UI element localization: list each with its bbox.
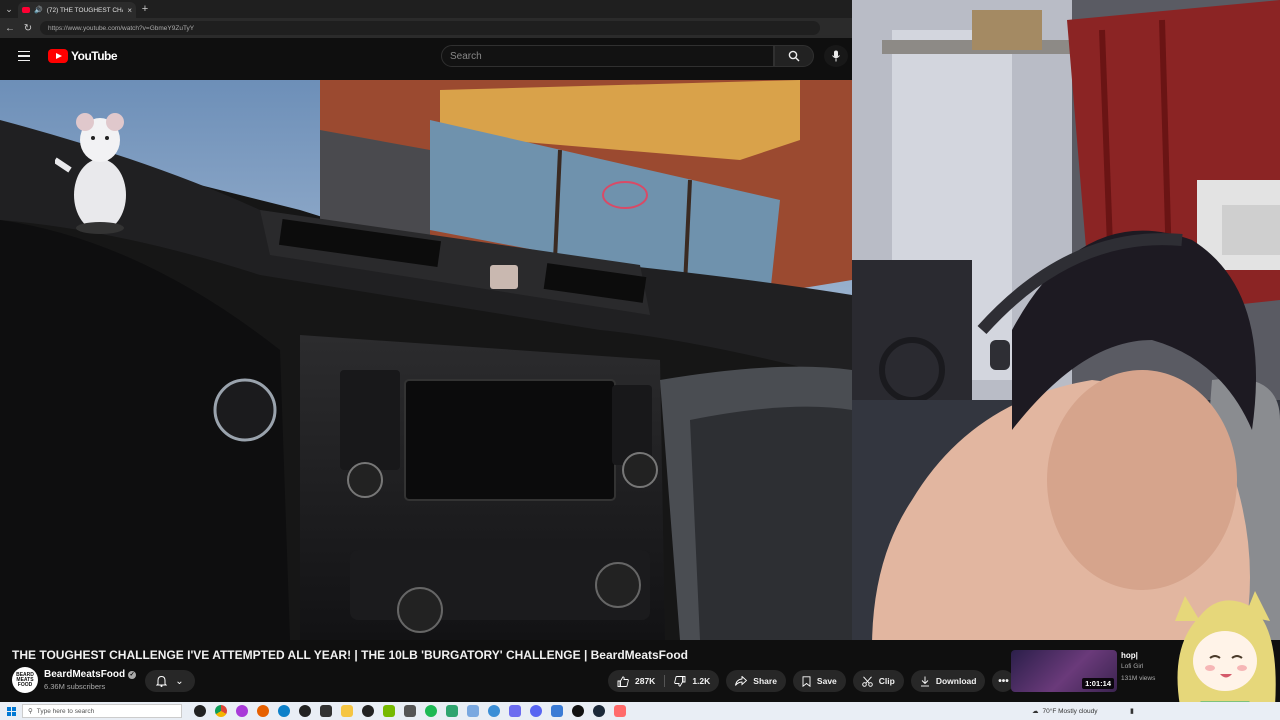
search-icon: ⚲: [28, 708, 33, 715]
search-icon: [788, 50, 800, 62]
share-icon: [735, 676, 748, 686]
nvidia-icon[interactable]: [383, 705, 395, 717]
channel-name[interactable]: BeardMeatsFood: [44, 669, 125, 680]
menu-icon[interactable]: [0, 50, 48, 62]
active-app-icon[interactable]: [614, 705, 626, 717]
reload-icon[interactable]: ↻: [22, 23, 34, 34]
globe-icon[interactable]: [488, 705, 500, 717]
action-bar: 287K 1.2K Share Save Clip Download •••: [608, 670, 1015, 692]
like-dislike-group: 287K 1.2K: [608, 670, 720, 692]
messenger-icon[interactable]: [509, 705, 521, 717]
voice-search-button[interactable]: [824, 45, 848, 67]
green-app-icon[interactable]: [446, 705, 458, 717]
youtube-play-icon: [48, 49, 68, 63]
notification-bell-button[interactable]: ⌄: [145, 670, 195, 692]
dislike-button[interactable]: 1.2K: [665, 670, 719, 692]
tray-chevron-icon: ▮: [1130, 708, 1134, 715]
verified-check-icon: ✓: [128, 670, 137, 679]
search-button[interactable]: [774, 45, 814, 67]
clip-label: Clip: [878, 676, 895, 686]
webcam-overlay: [852, 0, 1280, 648]
opera-icon[interactable]: [236, 705, 248, 717]
steam-icon[interactable]: [593, 705, 605, 717]
address-bar-row: ← ↻ https://www.youtube.com/watch?v=Gbme…: [0, 18, 852, 38]
url-field[interactable]: https://www.youtube.com/watch?v=GbmeY9Zu…: [40, 21, 820, 35]
recommended-video-views: 131M views: [1121, 675, 1156, 682]
taskbar-search-placeholder: Type here to search: [36, 707, 95, 715]
thumbs-up-icon: [617, 675, 629, 687]
share-button[interactable]: Share: [726, 670, 786, 692]
save-label: Save: [816, 676, 837, 686]
browser-tab-bar: ⌄ 🔊 (72) THE TOUGHEST CHALLENGE I'V... ×…: [0, 0, 852, 18]
like-button[interactable]: 287K: [608, 670, 664, 692]
spotify-icon[interactable]: [425, 705, 437, 717]
cloud-icon: ☁: [1032, 708, 1039, 715]
youtube-favicon-icon: [22, 7, 30, 13]
recommended-video-channel[interactable]: Lofi Girl: [1121, 663, 1143, 670]
obs-icon[interactable]: [299, 705, 311, 717]
youtube-logo[interactable]: YouTube: [48, 49, 158, 63]
download-label: Download: [935, 676, 977, 686]
weather-text: 70°F Mostly cloudy: [1042, 707, 1098, 715]
alien-app-icon[interactable]: [194, 705, 206, 717]
weather-widget[interactable]: ☁ 70°F Mostly cloudy: [1032, 702, 1097, 720]
discord-icon[interactable]: [530, 705, 542, 717]
taskbar-search-box[interactable]: ⚲ Type here to search: [22, 704, 182, 718]
download-button[interactable]: Download: [910, 670, 986, 692]
back-arrow-icon[interactable]: ←: [4, 23, 16, 34]
speaker-icon[interactable]: 🔊: [34, 6, 43, 14]
save-button[interactable]: Save: [792, 670, 846, 692]
bell-icon: [156, 675, 168, 687]
channel-avatar[interactable]: BEARD MEATS FOOD: [12, 667, 38, 693]
new-tab-button[interactable]: +: [136, 3, 154, 15]
microphone-icon: [832, 50, 840, 62]
start-button[interactable]: [0, 706, 22, 716]
video-title: THE TOUGHEST CHALLENGE I'VE ATTEMPTED AL…: [12, 648, 688, 662]
scissors-icon: [862, 676, 873, 687]
tab-title: (72) THE TOUGHEST CHALLENGE I'V...: [46, 6, 124, 14]
like-count: 287K: [635, 676, 656, 686]
folder-icon[interactable]: [320, 705, 332, 717]
share-label: Share: [753, 676, 777, 686]
anime-character-overlay: [1175, 591, 1276, 706]
alien-app-2-icon[interactable]: [362, 705, 374, 717]
browser-tab-youtube[interactable]: 🔊 (72) THE TOUGHEST CHALLENGE I'V... ×: [18, 2, 136, 18]
channel-info[interactable]: BEARD MEATS FOOD BeardMeatsFood ✓ 6.36M …: [12, 667, 137, 693]
chrome-icon[interactable]: [215, 705, 227, 717]
tab-search-icon[interactable]: ⌄: [0, 0, 18, 18]
recommended-video-thumbnail[interactable]: 1:01:14: [1011, 650, 1117, 692]
system-tray[interactable]: ▮: [1130, 702, 1134, 720]
recommended-video-title[interactable]: hop|: [1121, 651, 1138, 660]
video-player[interactable]: [0, 80, 852, 640]
thumbs-down-icon: [674, 675, 686, 687]
webcam-frame: [852, 0, 1280, 648]
edge-icon[interactable]: [278, 705, 290, 717]
search-input[interactable]: Search: [441, 45, 774, 67]
chevron-down-icon: ⌄: [175, 675, 184, 687]
rat-overlay-image: [55, 113, 126, 234]
bookmark-icon: [802, 675, 811, 687]
screen: ⌄ 🔊 (72) THE TOUGHEST CHALLENGE I'V... ×…: [0, 0, 1280, 720]
youtube-logo-text: YouTube: [71, 49, 118, 63]
file-explorer-icon[interactable]: [341, 705, 353, 717]
download-icon: [920, 676, 929, 686]
paint-icon[interactable]: [467, 705, 479, 717]
photos-icon[interactable]: [551, 705, 563, 717]
video-duration: 1:01:14: [1082, 678, 1114, 689]
subscriber-count: 6.36M subscribers: [44, 682, 106, 691]
oculus-icon[interactable]: [572, 705, 584, 717]
windows-logo-icon: [6, 706, 16, 716]
terminal-icon[interactable]: [404, 705, 416, 717]
dislike-count: 1.2K: [692, 676, 711, 686]
taskbar-pinned-apps: [194, 705, 626, 717]
tab-close-icon[interactable]: ×: [127, 6, 132, 15]
clip-button[interactable]: Clip: [852, 670, 904, 692]
firefox-icon[interactable]: [257, 705, 269, 717]
